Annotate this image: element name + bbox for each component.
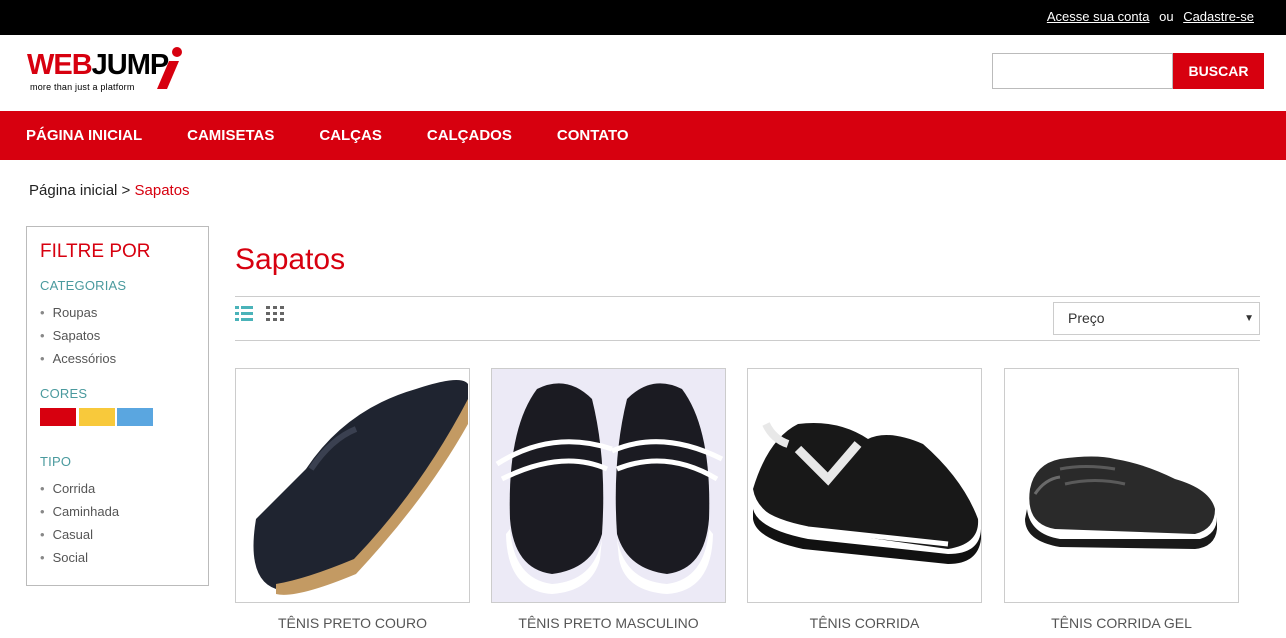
categories-list: Roupas Sapatos Acessórios [40, 301, 117, 370]
top-bar: Acesse sua conta ou Cadastre-se [0, 0, 1286, 35]
logo-tagline: more than just a platform [30, 82, 135, 92]
type-item[interactable]: Corrida [40, 477, 119, 500]
divider [235, 296, 1260, 297]
product-image[interactable] [491, 368, 726, 603]
product-image[interactable] [235, 368, 470, 603]
logo-slash-icon [157, 47, 182, 89]
colors-heading: CORES [40, 386, 88, 401]
header: WEBJUMP more than just a platform BUSCAR [0, 35, 1286, 111]
type-heading: TIPO [40, 454, 72, 469]
type-list: Corrida Caminhada Casual Social [40, 477, 120, 569]
color-swatch-blue[interactable] [117, 408, 153, 426]
product-name[interactable]: TÊNIS PRETO COURO [235, 615, 470, 631]
type-item[interactable]: Caminhada [40, 500, 120, 523]
list-view-icon[interactable] [235, 306, 253, 321]
color-swatch-yellow[interactable] [79, 408, 115, 426]
product-card: TÊNIS PRETO COURO [235, 368, 470, 631]
breadcrumb-home[interactable]: Página inicial [29, 182, 117, 199]
type-item[interactable]: Social [40, 546, 119, 569]
product-image[interactable] [1004, 368, 1239, 603]
product-name[interactable]: TÊNIS PRETO MASCULINO [491, 615, 726, 631]
sort-selected-value: Preço [1068, 310, 1105, 326]
nav-item-calcas[interactable]: CALÇAS [319, 111, 382, 160]
filter-sidebar: FILTRE POR CATEGORIAS Roupas Sapatos Ace… [26, 226, 209, 586]
login-link[interactable]: Acesse sua conta [1047, 9, 1150, 24]
product-card: TÊNIS PRETO MASCULINO [491, 368, 726, 631]
type-item[interactable]: Casual [40, 523, 119, 546]
search-input[interactable] [992, 53, 1173, 89]
grid-view-icon[interactable] [266, 306, 284, 321]
search-button[interactable]: BUSCAR [1173, 53, 1264, 89]
chevron-down-icon: ▼ [1244, 313, 1254, 324]
filter-title: FILTRE POR [40, 241, 151, 262]
nav-item-camisetas[interactable]: CAMISETAS [187, 111, 274, 160]
nav-item-home[interactable]: PÁGINA INICIAL [26, 111, 142, 160]
categories-heading: CATEGORIAS [40, 278, 127, 293]
breadcrumb-current: Sapatos [134, 182, 190, 199]
signup-link[interactable]: Cadastre-se [1183, 9, 1254, 24]
account-links: Acesse sua conta ou Cadastre-se [1047, 9, 1254, 24]
nav-item-calcados[interactable]: CALÇADOS [427, 111, 512, 160]
page-title: Sapatos [235, 243, 346, 276]
logo[interactable]: WEBJUMP more than just a platform [27, 47, 187, 97]
or-text: ou [1159, 9, 1174, 24]
category-item[interactable]: Sapatos [40, 324, 116, 347]
product-image[interactable] [747, 368, 982, 603]
sort-select[interactable]: Preço ▼ [1053, 302, 1260, 335]
product-name[interactable]: TÊNIS CORRIDA [747, 615, 982, 631]
product-card: TÊNIS CORRIDA [747, 368, 982, 631]
logo-wordmark: WEBJUMP [27, 49, 169, 81]
divider [235, 340, 1260, 341]
product-name[interactable]: TÊNIS CORRIDA GEL [1004, 615, 1239, 631]
category-item[interactable]: Acessórios [40, 347, 117, 370]
search-form: BUSCAR [992, 53, 1264, 89]
breadcrumb: Página inicial > Sapatos [29, 182, 190, 199]
nav-item-contato[interactable]: CONTATO [557, 111, 629, 160]
breadcrumb-separator: > [117, 182, 135, 199]
main-nav: PÁGINA INICIAL CAMISETAS CALÇAS CALÇADOS… [0, 111, 1286, 160]
color-swatch-red[interactable] [40, 408, 76, 426]
category-item[interactable]: Roupas [40, 301, 116, 324]
product-card: TÊNIS CORRIDA GEL [1004, 368, 1239, 631]
